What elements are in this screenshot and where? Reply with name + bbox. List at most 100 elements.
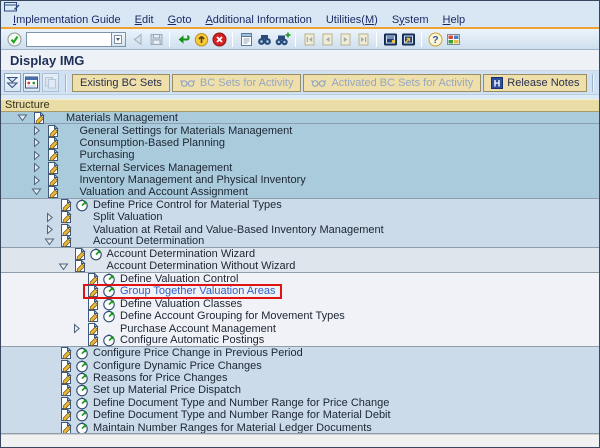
tree-node-label[interactable]: Configure Automatic Postings (120, 334, 264, 346)
tree-node-label[interactable]: External Services Management (80, 162, 233, 174)
tree-node-label[interactable]: General Settings for Materials Managemen… (80, 125, 293, 137)
new-session-icon[interactable] (381, 30, 399, 48)
tree-node-label[interactable]: Define Price Control for Material Types (93, 199, 282, 211)
img-node-doc-icon[interactable] (58, 421, 74, 434)
collapsed-toggle-icon[interactable] (28, 137, 45, 148)
expanded-toggle-icon[interactable] (55, 261, 72, 272)
menu-help[interactable]: Help (436, 14, 473, 26)
command-field[interactable] (26, 32, 112, 47)
tree-row: Set up Material Price Dispatch (1, 384, 599, 396)
create-shortcut-icon[interactable] (399, 30, 417, 48)
menu-goto[interactable]: Goto (161, 14, 199, 26)
title-row: Display IMG (1, 50, 599, 71)
collapsed-toggle-icon[interactable] (68, 323, 85, 334)
tree-node-label[interactable]: Configure Price Change in Previous Perio… (93, 347, 303, 359)
menu-system[interactable]: System (385, 14, 436, 26)
tree-node-label[interactable]: Define Document Type and Number Range fo… (93, 397, 389, 409)
img-activity-icon[interactable] (88, 247, 104, 261)
toolbar-separator (376, 32, 377, 47)
tree-node-label[interactable]: Reasons for Price Changes (93, 372, 228, 384)
tree-node-label[interactable]: Inventory Management and Physical Invent… (80, 174, 306, 186)
img-node-doc-icon[interactable] (85, 284, 101, 298)
menu-edit[interactable]: Edit (128, 14, 161, 26)
collapsed-toggle-icon[interactable] (28, 175, 45, 186)
help-icon[interactable]: ? (426, 30, 444, 48)
img-structure-tree: Materials ManagementGeneral Settings for… (1, 112, 599, 434)
collapsed-toggle-icon[interactable] (41, 212, 58, 223)
menu-additional-information[interactable]: Additional Information (198, 14, 318, 26)
exit-icon[interactable] (192, 30, 210, 48)
tree-row: Account Determination Wizard (1, 248, 599, 260)
glasses-icon (311, 78, 327, 88)
tree-row: Define Price Control for Material Types (1, 199, 599, 211)
first-page-icon (300, 30, 318, 48)
tree-node-label[interactable]: Account Determination Wizard (107, 248, 256, 260)
collapsed-toggle-icon[interactable] (28, 162, 45, 173)
collapsed-toggle-icon[interactable] (28, 150, 45, 161)
find-icon[interactable] (255, 30, 273, 48)
tree-row: Maintain Number Ranges for Material Ledg… (1, 421, 599, 433)
img-activity-icon[interactable] (74, 198, 90, 212)
tree-node-label[interactable]: Maintain Number Ranges for Material Ledg… (93, 422, 372, 434)
tree-node-label[interactable]: Purchasing (80, 149, 135, 161)
tree-row: Define Document Type and Number Range fo… (1, 397, 599, 409)
expand-node-icon[interactable] (4, 73, 21, 92)
expanded-toggle-icon[interactable] (41, 236, 58, 247)
img-activity-icon[interactable] (101, 284, 117, 298)
expanded-toggle-icon[interactable] (14, 112, 31, 123)
tree-row: Split Valuation (1, 211, 599, 223)
print-icon[interactable] (237, 30, 255, 48)
tree-node-label[interactable]: Set up Material Price Dispatch (93, 384, 241, 396)
menu-utilities-m[interactable]: Utilities(M) (319, 14, 385, 26)
find-next-icon[interactable] (273, 30, 291, 48)
status-bar (1, 434, 599, 447)
tree-row: General Settings for Materials Managemen… (1, 124, 599, 136)
tree-node-label[interactable]: Define Document Type and Number Range fo… (93, 409, 391, 421)
tree-row: Define Account Grouping for Movement Typ… (1, 310, 599, 322)
tree-node-label[interactable]: Materials Management (66, 112, 178, 124)
svg-text:H: H (494, 78, 501, 88)
tree-row: Configure Automatic Postings (1, 335, 599, 347)
application-toolbar: Existing BC SetsBC Sets for ActivityActi… (1, 71, 599, 95)
tree-node-label[interactable]: Group Together Valuation Areas (120, 285, 276, 297)
svg-text:?: ? (432, 34, 438, 46)
position-icon[interactable] (23, 73, 40, 92)
toolbar-separator (232, 32, 233, 47)
collapsed-toggle-icon[interactable] (41, 224, 58, 235)
activated-bc-sets-for-activity-button[interactable]: Activated BC Sets for Activity (303, 74, 481, 92)
continue-icon (129, 30, 147, 48)
back-icon[interactable] (174, 30, 192, 48)
tree-node-label[interactable]: Valuation at Retail and Value-Based Inve… (93, 224, 384, 236)
tree-node-label[interactable]: Account Determination Without Wizard (107, 260, 296, 272)
tree-node-label[interactable]: Purchase Account Management (120, 323, 276, 335)
customize-layout-icon[interactable] (444, 30, 462, 48)
tree-node-label[interactable]: Define Account Grouping for Movement Typ… (120, 310, 345, 322)
command-field-group (26, 32, 126, 47)
tree-node-label[interactable]: Consumption-Based Planning (80, 137, 226, 149)
tree-node-label[interactable]: Valuation and Account Assignment (80, 186, 249, 198)
expanded-toggle-icon[interactable] (28, 186, 45, 197)
img-activity-icon[interactable] (74, 421, 90, 434)
command-field-dropdown-icon[interactable] (112, 32, 126, 47)
img-activity-icon[interactable] (101, 309, 117, 323)
tree-row: Materials Management (1, 112, 599, 124)
existing-bc-sets-button[interactable]: Existing BC Sets (72, 74, 170, 92)
tree-node-label[interactable]: Define Valuation Classes (120, 298, 242, 310)
collapsed-toggle-icon[interactable] (28, 125, 45, 136)
tree-node-label[interactable]: Configure Dynamic Price Changes (93, 360, 262, 372)
highlight-box: Group Together Valuation Areas (83, 284, 282, 299)
tree-node-label[interactable]: Split Valuation (93, 211, 163, 223)
tree-row: Reasons for Price Changes (1, 372, 599, 384)
release-notes-button[interactable]: HRelease Notes (483, 74, 587, 92)
title-bar (1, 1, 599, 12)
img-activity-icon[interactable] (101, 333, 117, 347)
tree-row: Inventory Management and Physical Invent… (1, 174, 599, 186)
tree-node-label[interactable]: Account Determination (93, 235, 204, 247)
cancel-icon[interactable] (210, 30, 228, 48)
last-page-icon (354, 30, 372, 48)
enter-icon[interactable] (5, 30, 23, 48)
bc-sets-for-activity-button[interactable]: BC Sets for Activity (172, 74, 302, 92)
toolbar-separator (421, 32, 422, 47)
structure-header: Structure (1, 99, 599, 112)
menu-implementation-guide[interactable]: Implementation Guide (6, 14, 128, 26)
